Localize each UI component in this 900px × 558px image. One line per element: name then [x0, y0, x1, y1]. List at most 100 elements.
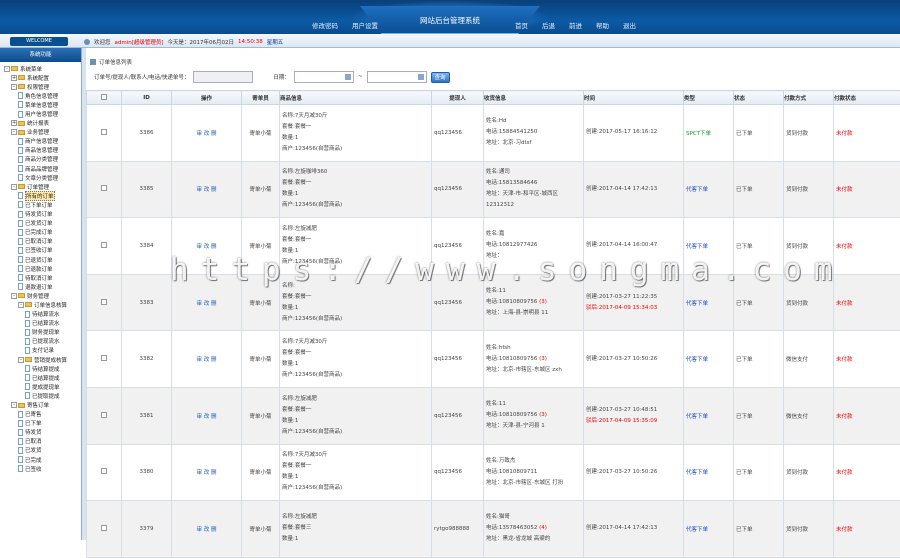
- sidebar-item[interactable]: 待发货: [0, 428, 81, 437]
- sidebar-item[interactable]: -业务管理: [0, 128, 81, 137]
- sidebar-item[interactable]: 已取消订单: [0, 237, 81, 246]
- nav-home[interactable]: 首页: [515, 20, 528, 30]
- sidebar-item[interactable]: -系统菜单: [0, 64, 81, 73]
- row-checkbox[interactable]: [101, 185, 107, 191]
- collapse-icon[interactable]: -: [11, 402, 17, 408]
- sidebar-item[interactable]: 已退款订单: [0, 264, 81, 273]
- sidebar-item[interactable]: 已签收订单: [0, 246, 81, 255]
- date-start-input[interactable]: [294, 71, 354, 83]
- sidebar-item[interactable]: 已取消: [0, 437, 81, 446]
- document-icon: [18, 192, 23, 199]
- sidebar-item[interactable]: 已发货: [0, 446, 81, 455]
- collapse-icon[interactable]: -: [11, 84, 17, 90]
- sidebar-item[interactable]: +统计报表: [0, 119, 81, 128]
- row-checkbox[interactable]: [101, 129, 107, 135]
- collapse-icon[interactable]: -: [11, 293, 17, 299]
- receiver-line: 地址：天津-县-宁河县 1: [486, 423, 545, 429]
- list-title-text: 订单信息列表: [99, 58, 132, 66]
- sidebar-item[interactable]: 待发货订单: [0, 210, 81, 219]
- nav-back[interactable]: 后退: [542, 20, 555, 30]
- sidebar-item[interactable]: 已签收: [0, 464, 81, 473]
- sidebar-item[interactable]: 财务提现单: [0, 328, 81, 337]
- collapse-icon[interactable]: -: [4, 66, 10, 72]
- expand-icon[interactable]: +: [11, 75, 17, 81]
- sidebar-item-label: 商品信息管理: [25, 146, 58, 154]
- sidebar-item[interactable]: -权限管理: [0, 82, 81, 91]
- row-actions[interactable]: 审 改 删: [197, 244, 217, 250]
- sidebar-item[interactable]: 已结算提成: [0, 373, 81, 382]
- user-icon: [84, 39, 90, 45]
- nav-user-settings[interactable]: 用户设置: [352, 20, 378, 30]
- sidebar-item[interactable]: 已下单: [0, 419, 81, 428]
- header-select-all: [87, 91, 122, 105]
- row-actions[interactable]: 审 改 删: [197, 301, 217, 307]
- sidebar-item[interactable]: 待结算流水: [0, 310, 81, 319]
- row-actions[interactable]: 审 改 删: [197, 414, 217, 420]
- table-cell: 未付款: [834, 501, 900, 558]
- sidebar-item[interactable]: 提成提现单: [0, 382, 81, 391]
- row-checkbox[interactable]: [101, 412, 107, 418]
- sidebar-item[interactable]: 已提现流水: [0, 337, 81, 346]
- sidebar-item[interactable]: 已结算流水: [0, 319, 81, 328]
- sidebar-item[interactable]: 已下单订单: [0, 200, 81, 209]
- calendar-icon[interactable]: [418, 74, 424, 80]
- collapse-icon[interactable]: -: [11, 184, 17, 190]
- sidebar-item[interactable]: -订单信息核算: [0, 300, 81, 309]
- row-actions[interactable]: 审 改 删: [197, 470, 217, 476]
- date-end-input[interactable]: [367, 71, 427, 83]
- product-line: 商户:123456(自营商品): [282, 370, 429, 381]
- sidebar-item[interactable]: 已退货订单: [0, 255, 81, 264]
- sidebar-item[interactable]: 角色信息管理: [0, 91, 81, 100]
- sidebar-item[interactable]: 用户信息管理: [0, 109, 81, 118]
- nav-logout[interactable]: 退出: [623, 20, 636, 30]
- order-id: 3384: [140, 243, 154, 249]
- sidebar-item-label: 已下单: [25, 419, 42, 427]
- row-checkbox[interactable]: [101, 525, 107, 531]
- sidebar-item[interactable]: 文章分类管理: [0, 173, 81, 182]
- sidebar-item[interactable]: 所有的订单: [0, 191, 81, 200]
- sidebar-item[interactable]: 退款退订单: [0, 282, 81, 291]
- search-button[interactable]: 查询: [431, 72, 450, 83]
- sidebar-item[interactable]: 已提取提成: [0, 391, 81, 400]
- sidebar-item[interactable]: 支付记录: [0, 346, 81, 355]
- collapse-icon[interactable]: -: [11, 129, 17, 135]
- sidebar-item[interactable]: 商品品牌管理: [0, 164, 81, 173]
- row-actions[interactable]: 审 改 删: [197, 527, 217, 533]
- nav-forward[interactable]: 前进: [569, 20, 582, 30]
- sidebar-item[interactable]: 商户信息管理: [0, 137, 81, 146]
- sidebar-item[interactable]: -寄售订单: [0, 400, 81, 409]
- calendar-icon[interactable]: [345, 74, 351, 80]
- row-actions[interactable]: 审 改 删: [197, 187, 217, 193]
- row-checkbox[interactable]: [101, 242, 107, 248]
- order-type: 代客下单: [686, 470, 708, 476]
- sidebar-item[interactable]: 待取消订单: [0, 273, 81, 282]
- row-checkbox[interactable]: [101, 299, 107, 305]
- product-line: 数量:1: [282, 133, 429, 144]
- sidebar-item[interactable]: 已完成: [0, 455, 81, 464]
- row-checkbox[interactable]: [101, 468, 107, 474]
- keyword-input[interactable]: [193, 71, 253, 83]
- nav-change-password[interactable]: 修改密码: [312, 20, 338, 30]
- sidebar-item[interactable]: -财务管理: [0, 291, 81, 300]
- nav-help[interactable]: 帮助: [596, 20, 609, 30]
- sidebar-item[interactable]: 菜单信息管理: [0, 100, 81, 109]
- row-checkbox[interactable]: [101, 355, 107, 361]
- select-all-checkbox[interactable]: [101, 94, 107, 100]
- sidebar-item[interactable]: 已完成订单: [0, 228, 81, 237]
- row-actions[interactable]: 审 改 删: [197, 131, 217, 137]
- table-cell: 创建:2017-03-27 10:50:26: [584, 444, 684, 501]
- product-line: 套餐:套餐一: [282, 235, 429, 246]
- row-actions[interactable]: 审 改 删: [197, 357, 217, 363]
- collapse-icon[interactable]: -: [18, 357, 24, 363]
- collapse-icon[interactable]: -: [18, 302, 24, 308]
- sidebar-item[interactable]: -营销提成核算: [0, 355, 81, 364]
- table-cell: [87, 105, 122, 162]
- sidebar-item[interactable]: +系统配置: [0, 73, 81, 82]
- sidebar-item[interactable]: 已寄售: [0, 410, 81, 419]
- sidebar-item-label: 已下单订单: [25, 201, 53, 209]
- sidebar-item[interactable]: 已发货订单: [0, 219, 81, 228]
- expand-icon[interactable]: +: [11, 120, 17, 126]
- sidebar-item[interactable]: 商品分类管理: [0, 155, 81, 164]
- sidebar-item[interactable]: 待结算提成: [0, 364, 81, 373]
- sidebar-item[interactable]: 商品信息管理: [0, 146, 81, 155]
